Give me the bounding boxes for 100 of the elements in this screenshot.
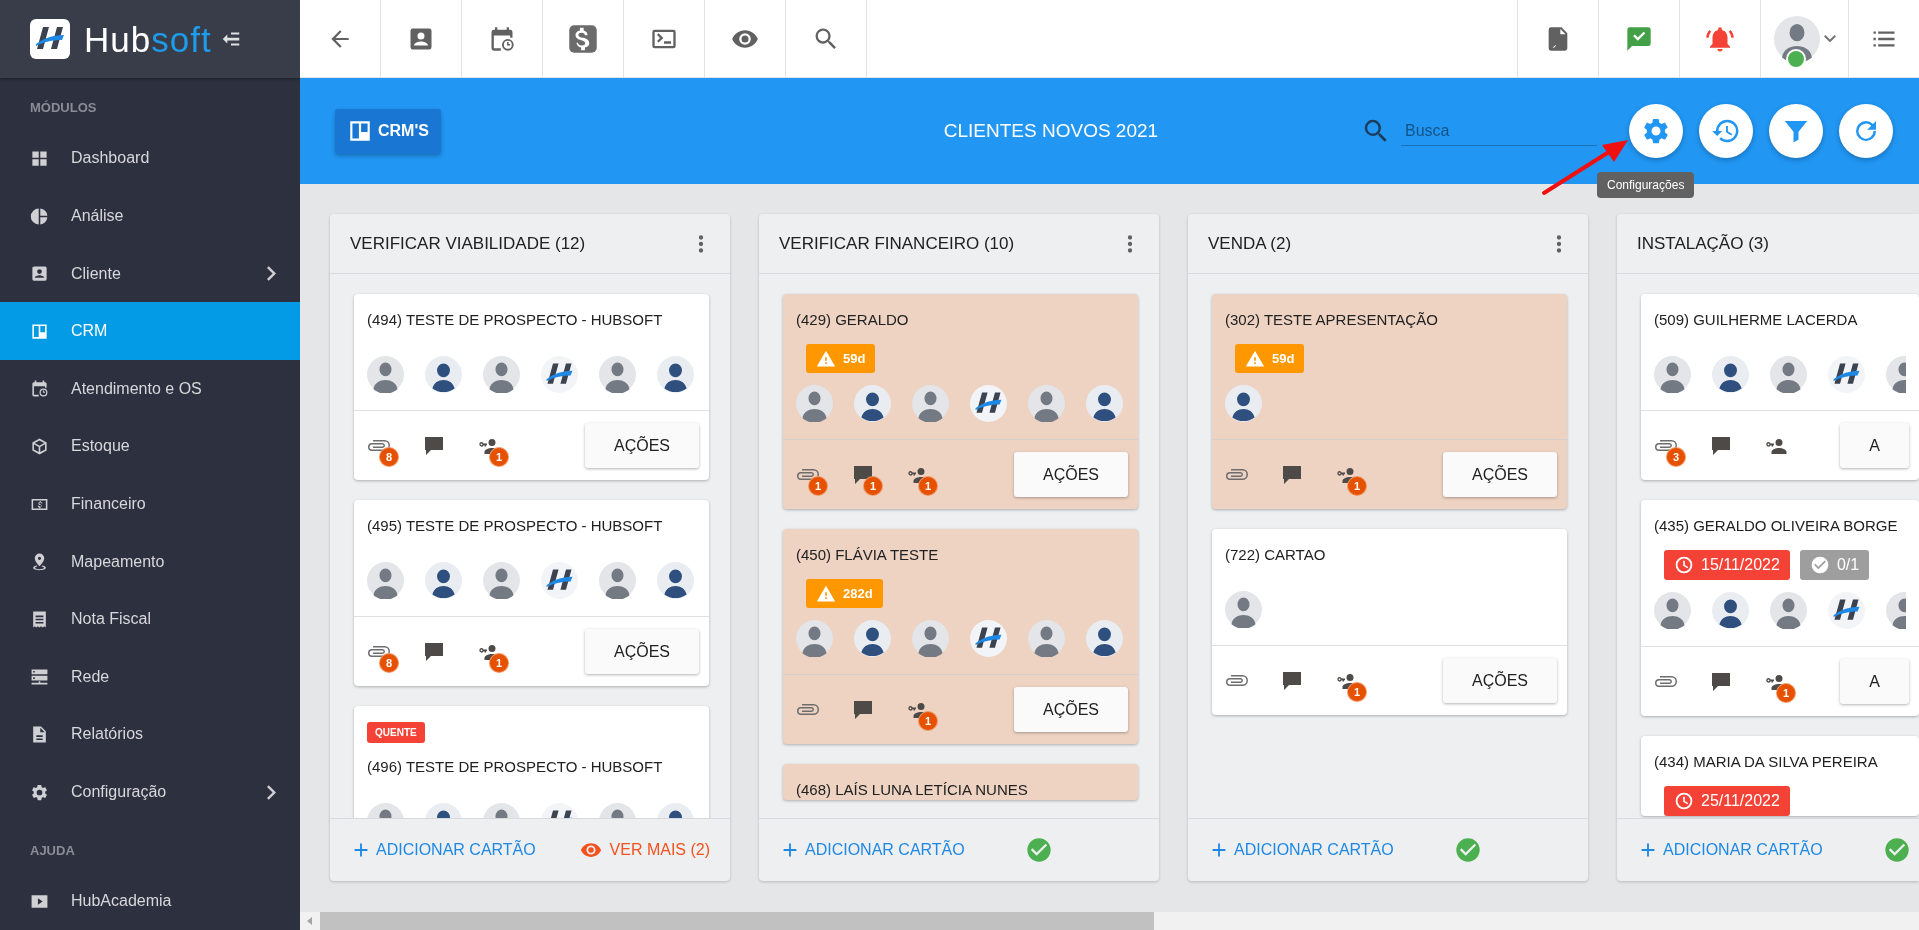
count-badge: 1 [1776,682,1796,703]
search-field[interactable]: Busca [1401,116,1597,146]
sidebar-item[interactable]: Análise [0,187,300,245]
highlighted-card[interactable]: (468) LAÍS LUNA LETÍCIA NUNES [783,764,1138,800]
board-icon [30,321,49,341]
sidebar-item[interactable]: Estoque [0,417,300,476]
avatar [1712,356,1749,393]
card[interactable]: QUENTE (496) TESTE DE PROSPECTO - HUBSOFT [354,706,709,818]
card[interactable]: (434) MARIA DA SILVA PEREIRA 25/11/2022 [1641,736,1919,816]
crm-button[interactable]: CRM'S [335,108,441,154]
avatar [483,356,520,393]
actions-button[interactable]: AÇÕES [1443,658,1557,703]
due-date-badge: 15/11/2022 [1664,550,1790,580]
avatar [367,356,404,393]
section-title: MÓDULOS [29,99,98,118]
avatar [425,356,462,393]
chat-check-icon [1625,24,1653,53]
column-title: INSTALAÇÃO (3) [1637,233,1770,254]
sidebar-item[interactable]: Dashboard [0,129,300,188]
horizontal-scrollbar[interactable] [300,912,1919,930]
sidebar-item[interactable]: Relatórios [0,705,300,764]
scroll-left-icon[interactable] [305,916,315,926]
actions-button[interactable]: AÇÕES [585,629,699,674]
count-badge: 1 [1347,475,1367,496]
sidebar-label: HubAcademia [71,892,173,911]
sidebar-item[interactable]: Mapeamento [0,532,300,591]
hot-tag: QUENTE [367,722,425,743]
card-title: (722) CARTAO [1225,545,1326,565]
sidebar-label: Dashboard [71,149,151,168]
card-title: (435) GERALDO OLIVEIRA BORGE [1654,516,1898,536]
settings-icon [30,782,49,802]
actions-button[interactable]: AÇÕES [1443,452,1557,497]
actions-button[interactable]: AÇÕES [1014,452,1128,497]
card-title: (450) FLÁVIA TESTE [796,545,939,565]
refresh-button[interactable] [1839,104,1893,158]
card-title: (302) TESTE APRESENTAÇÃO [1225,310,1438,330]
board-title: CLIENTES NOVOS 2021 [943,120,1159,142]
sidebar-item[interactable]: Atendimento e OS [0,360,300,418]
sidebar-item[interactable]: Rede [0,648,300,706]
sidebar-label: Financeiro [71,495,147,514]
card-title: (509) GUILHERME LACERDA [1654,310,1858,330]
actions-button[interactable]: AÇÕES [585,423,699,468]
card[interactable]: (435) GERALDO OLIVEIRA BORGE 15/11/2022 0/1 1 A [1641,500,1919,716]
avatar [425,562,462,599]
avatar [1028,620,1065,657]
logo-text: Hubsoft [84,21,212,57]
count-badge: 8 [379,446,399,467]
sidebar-label: Mapeamento [71,552,166,571]
settings-button[interactable] [1629,104,1683,158]
sidebar-label: Análise [71,207,125,226]
overdue-badge: 59d [1235,344,1305,373]
tooltip: Configurações [1597,172,1695,198]
overdue-badge: 282d [806,579,883,608]
sidebar-label: Nota Fiscal [71,610,153,629]
logo-avatar [970,620,1007,657]
sidebar-label: Atendimento e OS [71,379,203,398]
checklist-badge: 0/1 [1799,550,1870,580]
card[interactable]: (722) CARTAO 1 AÇÕES [1212,529,1567,715]
sidebar-item[interactable]: Nota Fiscal [0,590,300,649]
card[interactable]: (494) TESTE DE PROSPECTO - HUBSOFT 8 1 AÇÕES [354,294,709,480]
sidebar-item[interactable]: Cliente [0,244,300,303]
actions-button[interactable]: A [1840,423,1909,468]
avatar [599,356,636,393]
calendar-clock-icon [30,379,49,399]
overdue-badge: 59d [806,344,876,373]
count-badge: 1 [918,475,938,496]
history-button[interactable] [1699,104,1753,158]
actions-button[interactable]: AÇÕES [1014,687,1128,732]
logo-avatar [1828,592,1865,629]
sidebar-label: Estoque [71,437,131,456]
logo-icon [30,19,70,59]
board-icon [347,118,373,144]
highlighted-card[interactable]: (450) FLÁVIA TESTE 282d 1 AÇÕES [783,529,1138,744]
filter-button[interactable] [1769,104,1823,158]
avatar [1712,592,1749,629]
count-badge: 1 [489,446,509,467]
card-title: (496) TESTE DE PROSPECTO - HUBSOFT [367,757,663,777]
avatar [367,562,404,599]
scrollbar-thumb[interactable] [320,912,1154,930]
card[interactable]: (509) GUILHERME LACERDA 3 A [1641,294,1919,480]
dollar-icon [568,23,598,54]
card-title: (494) TESTE DE PROSPECTO - HUBSOFT [367,310,663,330]
avatar [1770,592,1807,629]
card[interactable]: (495) TESTE DE PROSPECTO - HUBSOFT 8 1 AÇÕES [354,500,709,686]
highlighted-card[interactable]: (429) GERALDO 59d 1 1 1 AÇÕES [783,294,1138,509]
count-badge: 8 [379,652,399,673]
sidebar-item[interactable]: Financeiro [0,475,300,533]
logo-avatar [970,385,1007,422]
actions-button[interactable]: A [1840,659,1909,704]
avatar [1028,385,1065,422]
avatar [796,385,833,422]
count-badge: 3 [1666,446,1686,467]
sidebar-item[interactable]: HubAcademia [0,872,300,930]
logo-avatar [541,356,578,393]
map-pin-icon [30,552,49,572]
sidebar-item[interactable]: Configuração [0,763,300,821]
highlighted-card[interactable]: (302) TESTE APRESENTAÇÃO 59d 1 AÇÕES [1212,294,1567,509]
column-title: VERIFICAR FINANCEIRO (10) [779,233,1016,254]
avatar [1770,356,1807,393]
count-badge: 1 [808,475,828,496]
